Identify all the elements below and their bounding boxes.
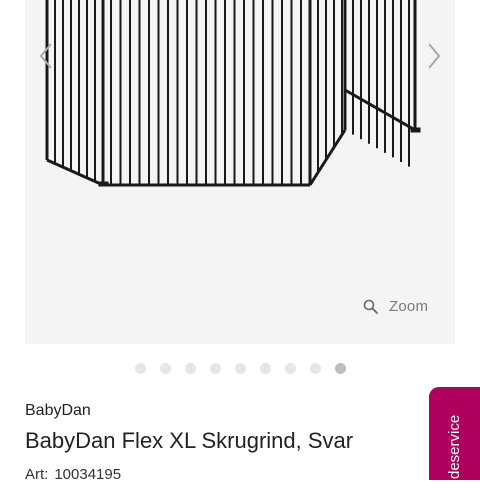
pagination-dot[interactable] [234,362,246,374]
previous-image-button[interactable] [33,38,59,74]
pagination-dot[interactable] [334,362,346,374]
pagination-dot[interactable] [259,362,271,374]
next-image-button[interactable] [421,38,447,74]
pagination-dot[interactable] [309,362,321,374]
article-number: Art: 10034195 [25,466,121,483]
product-brand[interactable]: BabyDan [25,402,91,420]
pagination-dot[interactable] [134,362,146,374]
pagination-dot[interactable] [284,362,296,374]
magnifier-icon [363,299,378,314]
customer-service-label: deservice [446,414,463,479]
zoom-button[interactable]: Zoom [363,298,428,315]
pagination-dot[interactable] [184,362,196,374]
customer-service-tab[interactable]: deservice [429,387,480,480]
zoom-label: Zoom [389,298,429,315]
product-image[interactable] [25,0,455,344]
pagination-dot[interactable] [209,362,221,374]
pagination-dot[interactable] [159,362,171,374]
product-title: BabyDan Flex XL Skrugrind, Svar [25,428,354,453]
gallery-pagination [0,360,480,376]
article-number-label: Art: [25,466,49,483]
product-gallery: Zoom [25,0,455,344]
chevron-left-icon [39,43,52,69]
article-number-value: 10034195 [54,466,122,483]
chevron-right-icon [428,43,441,69]
